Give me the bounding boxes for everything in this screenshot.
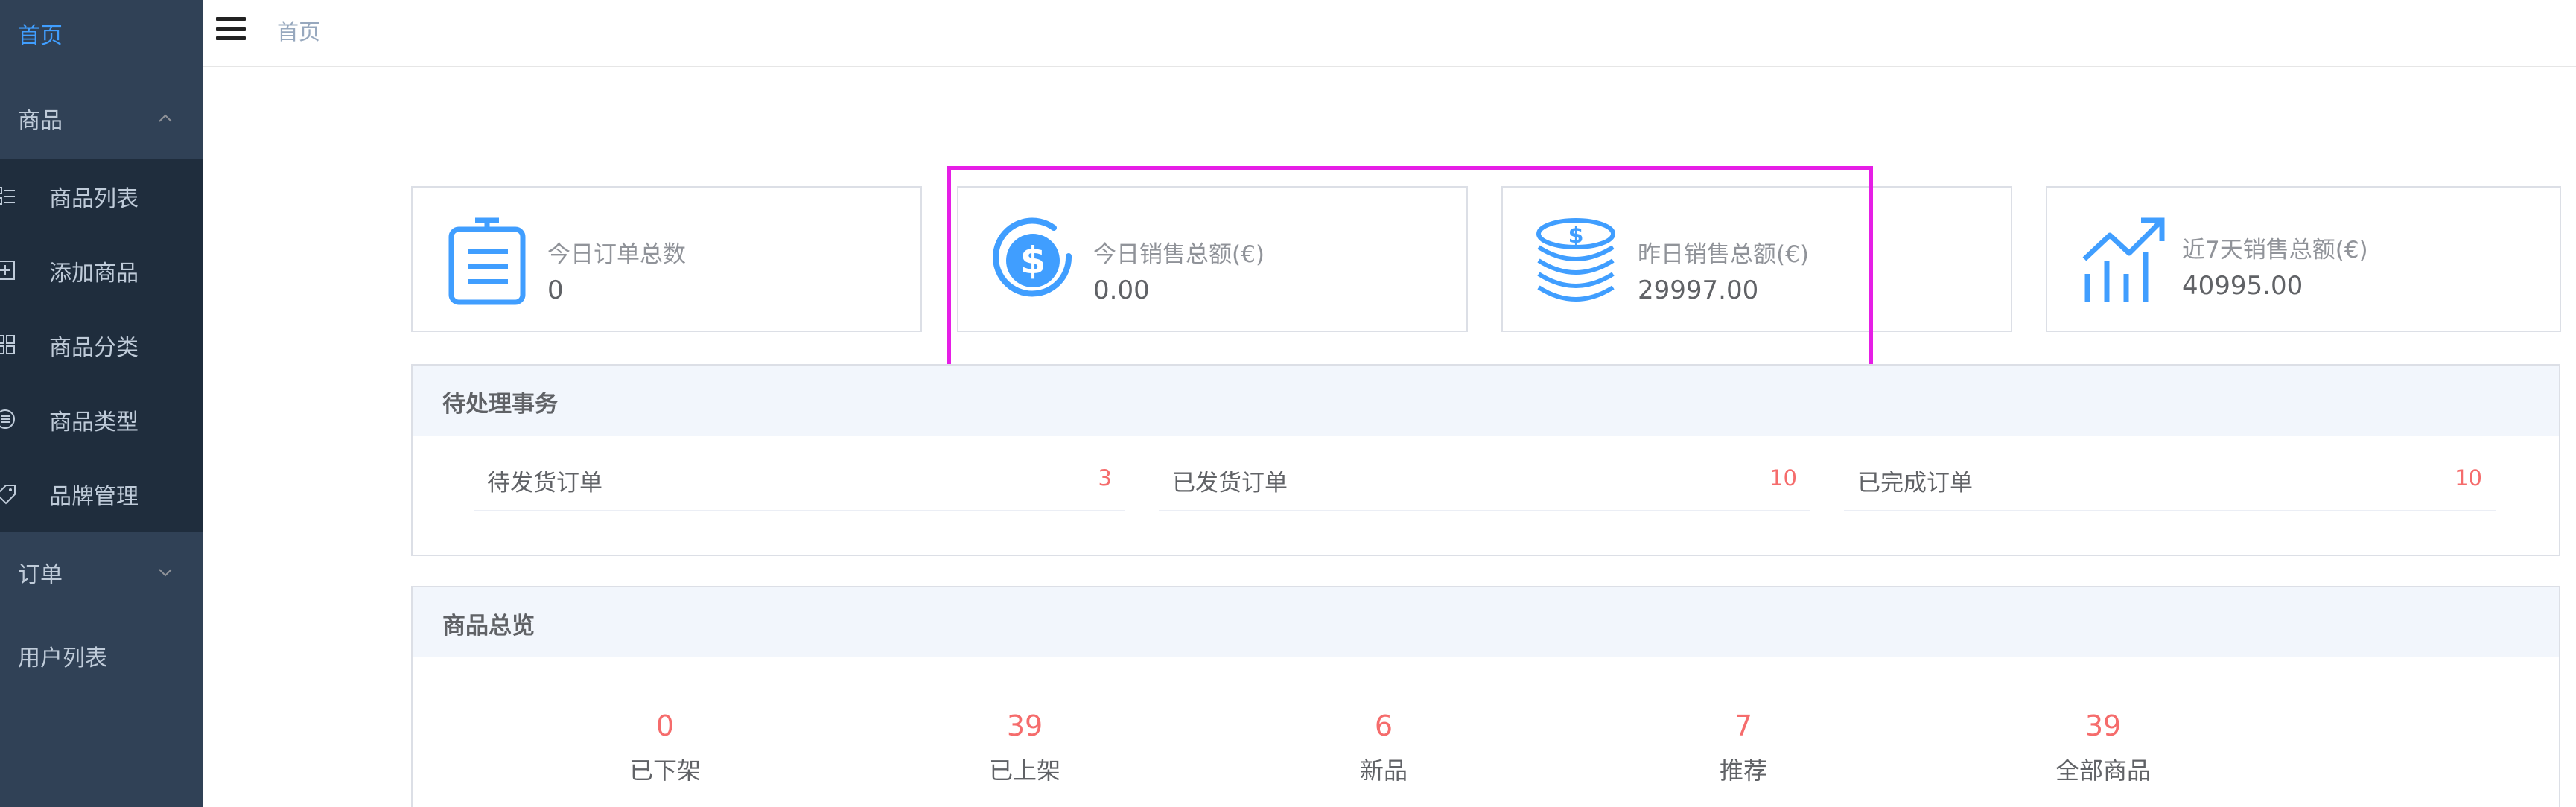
overview-label: 全部商品	[2055, 756, 2151, 785]
stat-card-today-orders: 今日订单总数 0	[411, 186, 922, 332]
dollar-circle-icon: $	[993, 217, 1072, 297]
sidebar-item-label: 品牌管理	[49, 484, 139, 510]
sidebar-item-product-list[interactable]: 商品列表	[0, 159, 203, 234]
sidebar-group-label: 商品	[18, 108, 63, 134]
overview-value: 39	[2084, 709, 2122, 742]
sidebar-group-product[interactable]: 商品	[0, 77, 203, 159]
svg-text:$: $	[1568, 223, 1584, 249]
sidebar-item-home[interactable]: 首页	[0, 0, 203, 67]
overview-item-new[interactable]: 6 新品	[1279, 708, 1488, 788]
panel-title: 商品总览	[442, 613, 535, 639]
panel-header: 商品总览	[413, 587, 2559, 657]
sidebar-item-add-product[interactable]: 添加商品	[0, 234, 203, 308]
stat-title: 昨日销售总额(€)	[1638, 241, 1809, 268]
overview-value: 7	[1734, 709, 1753, 742]
chevron-up-icon	[159, 114, 172, 122]
pending-item-shipped[interactable]: 已发货订单 10	[1159, 455, 1810, 511]
panel-title: 待处理事务	[442, 391, 558, 418]
hamburger-menu-icon[interactable]	[216, 15, 246, 43]
pending-count: 10	[2455, 465, 2482, 491]
overview-label: 新品	[1359, 756, 1408, 785]
stat-title: 近7天销售总额(€)	[2182, 237, 2368, 264]
sidebar-item-label: 商品分类	[49, 335, 139, 361]
panel-header: 待处理事务	[413, 366, 2559, 436]
stat-card-week-sales: 近7天销售总额(€) 40995.00	[2046, 186, 2561, 332]
product-category-icon	[0, 335, 15, 354]
coin-stack-icon: $	[1536, 218, 1615, 302]
product-overview-panel: 商品总览 0 已下架 39 已上架 6 新品 7 推荐 39 全部商品	[411, 586, 2560, 807]
sidebar-item-label: 商品列表	[49, 186, 139, 212]
pending-count: 10	[1769, 465, 1797, 491]
pending-label: 待发货订单	[487, 470, 602, 497]
pending-item-completed[interactable]: 已完成订单 10	[1844, 455, 2496, 511]
overview-label: 已上架	[988, 756, 1060, 785]
sidebar-item-label: 用户列表	[18, 645, 107, 672]
svg-text:$: $	[1020, 239, 1046, 282]
overview-label: 已下架	[629, 756, 701, 785]
add-product-icon	[0, 261, 15, 280]
brand-tag-icon	[0, 485, 16, 505]
product-list-icon	[0, 187, 15, 205]
sidebar-item-label: 商品类型	[49, 409, 139, 436]
stat-value: 0.00	[1093, 275, 1150, 305]
sidebar-item-label: 添加商品	[49, 261, 139, 287]
pending-count: 3	[1098, 465, 1112, 491]
overview-label: 推荐	[1719, 756, 1767, 785]
breadcrumb[interactable]: 首页	[277, 15, 320, 46]
pending-label: 已完成订单	[1857, 470, 1973, 497]
stat-title: 今日销售总额(€)	[1093, 241, 1265, 268]
stat-card-yesterday-sales: $ 昨日销售总额(€) 29997.00	[1501, 186, 2012, 332]
sidebar-item-brand[interactable]: 品牌管理	[0, 457, 203, 532]
pending-tasks-panel: 待处理事务 待发货订单 3 已发货订单 10 已完成订单 10	[411, 364, 2560, 556]
overview-value: 0	[655, 709, 675, 742]
overview-item-online[interactable]: 39 已上架	[920, 708, 1129, 788]
stat-value: 40995.00	[2182, 271, 2303, 301]
pending-label: 已发货订单	[1172, 470, 1288, 497]
sidebar-item-user-list[interactable]: 用户列表	[0, 615, 203, 697]
overview-value: 39	[1006, 709, 1043, 742]
overview-value: 6	[1374, 709, 1393, 742]
overview-item-offline[interactable]: 0 已下架	[561, 708, 769, 788]
sidebar-group-order[interactable]: 订单	[0, 532, 203, 613]
stat-value: 0	[547, 275, 564, 305]
sidebar-item-product-category[interactable]: 商品分类	[0, 308, 203, 383]
sidebar-group-label: 订单	[18, 562, 63, 588]
product-type-icon	[0, 409, 15, 429]
stat-card-today-sales: $ 今日销售总额(€) 0.00	[957, 186, 1468, 332]
stat-value: 29997.00	[1638, 275, 1759, 305]
chevron-down-icon	[159, 569, 172, 577]
pending-item-to-ship[interactable]: 待发货订单 3	[474, 455, 1125, 511]
overview-item-recommended[interactable]: 7 推荐	[1639, 708, 1848, 788]
overview-item-all[interactable]: 39 全部商品	[1999, 708, 2207, 788]
trend-chart-icon	[2082, 217, 2165, 302]
sidebar-item-product-type[interactable]: 商品类型	[0, 383, 203, 457]
product-submenu: 商品列表 添加商品 商品分类 商品类型 品牌管理	[0, 159, 203, 532]
stat-title: 今日订单总数	[547, 241, 686, 268]
top-navbar: 首页	[203, 0, 2576, 67]
sidebar-item-label: 首页	[18, 23, 63, 49]
sidebar: 首页 商品 商品列表 添加商品 商品分类 商品类型 品牌管理 订单 用户列表	[0, 0, 203, 807]
order-clipboard-icon	[448, 217, 526, 305]
